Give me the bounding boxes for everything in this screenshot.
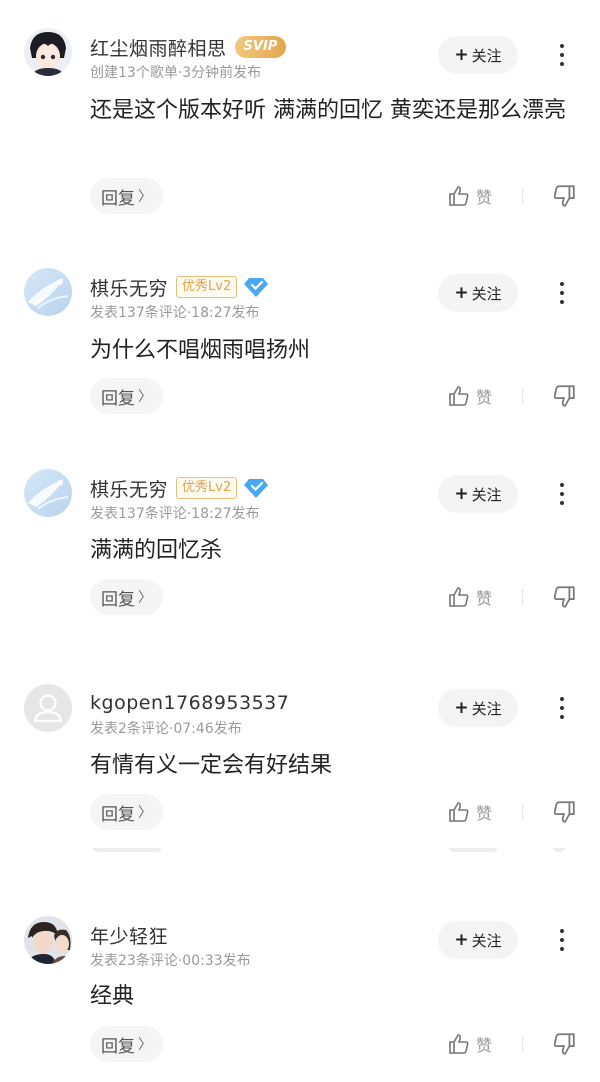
reply-button[interactable]: 回复〉 [90, 794, 163, 830]
plus-icon: + [454, 698, 469, 718]
reply-label: 回复 [101, 188, 135, 209]
comment-meta: 发表2条评论·07:46发布 [90, 721, 242, 737]
comment-meta: 发表23条评论·00:33发布 [90, 953, 251, 969]
username[interactable]: kgopen1768953537 [90, 692, 289, 714]
follow-button[interactable]: + 关注 [438, 921, 518, 959]
follow-button[interactable]: + 关注 [438, 36, 518, 74]
avatar[interactable] [24, 916, 72, 964]
like-button[interactable]: 赞 [447, 1030, 492, 1058]
like-label: 赞 [476, 1036, 493, 1055]
diamond-icon [244, 278, 269, 297]
divider [522, 589, 523, 605]
reply-label: 回复 [101, 1036, 135, 1057]
username[interactable]: 棋乐无穷 [90, 274, 168, 301]
username[interactable]: 红尘烟雨醉相思 [90, 34, 227, 61]
comment-text: 为什么不唱烟雨唱扬州 [90, 338, 311, 363]
divider [522, 188, 523, 204]
svip-badge: SVIP [234, 36, 287, 58]
avatar[interactable] [24, 684, 72, 732]
level-badge: 优秀Lv2 [176, 276, 238, 298]
comment-text: 经典 [90, 984, 135, 1009]
like-button[interactable]: 赞 [447, 382, 492, 410]
like-label: 赞 [476, 804, 493, 823]
reply-label: 回复 [101, 589, 135, 610]
follow-label: 关注 [471, 46, 502, 65]
chevron-right-icon: 〉 [138, 1037, 152, 1053]
chevron-right-icon: 〉 [138, 389, 152, 405]
thumb-down-icon[interactable] [551, 584, 577, 610]
reply-label: 回复 [101, 388, 135, 409]
follow-label: 关注 [471, 931, 502, 950]
comment-meta: 创建13个歌单·3分钟前发布 [90, 65, 262, 81]
divider [522, 1036, 523, 1052]
reply-button[interactable]: 回复〉 [90, 378, 163, 414]
comment-text: 满满的回忆杀 [90, 538, 223, 563]
more-icon[interactable] [552, 40, 572, 70]
chevron-right-icon: 〉 [138, 805, 152, 821]
like-button[interactable]: 赞 [447, 798, 492, 826]
divider [522, 388, 523, 404]
reply-button[interactable]: 回复〉 [90, 579, 163, 615]
thumb-down-icon[interactable] [551, 183, 577, 209]
username[interactable]: 棋乐无穷 [90, 475, 168, 502]
more-icon[interactable] [552, 925, 572, 955]
plus-icon: + [454, 484, 469, 504]
plus-icon: + [454, 283, 469, 303]
like-button[interactable]: 赞 [447, 182, 492, 210]
thumb-up-icon [449, 802, 469, 822]
avatar[interactable] [24, 28, 72, 76]
divider [522, 804, 523, 820]
follow-label: 关注 [471, 284, 502, 303]
screenshot-seam [0, 848, 600, 862]
more-icon[interactable] [552, 479, 572, 509]
thumb-down-icon[interactable] [551, 799, 577, 825]
like-label: 赞 [476, 388, 493, 407]
thumb-up-icon [449, 186, 469, 206]
plus-icon: + [454, 930, 469, 950]
avatar[interactable] [24, 469, 72, 517]
thumb-up-icon [449, 587, 469, 607]
plus-icon: + [454, 45, 469, 65]
follow-label: 关注 [471, 699, 502, 718]
thumb-up-icon [449, 386, 469, 406]
more-icon[interactable] [552, 278, 572, 308]
avatar[interactable] [24, 268, 72, 316]
comment-meta: 发表137条评论·18:27发布 [90, 305, 260, 321]
follow-label: 关注 [471, 485, 502, 504]
follow-button[interactable]: + 关注 [438, 689, 518, 727]
thumb-up-icon [449, 1034, 469, 1054]
comment-meta: 发表137条评论·18:27发布 [90, 506, 260, 522]
like-label: 赞 [476, 188, 493, 207]
diamond-icon [244, 479, 269, 498]
follow-button[interactable]: + 关注 [438, 475, 518, 513]
like-button[interactable]: 赞 [447, 583, 492, 611]
username[interactable]: 年少轻狂 [90, 922, 168, 949]
reply-button[interactable]: 回复〉 [90, 178, 163, 214]
more-icon[interactable] [552, 693, 572, 723]
chevron-right-icon: 〉 [138, 189, 152, 205]
thumb-down-icon[interactable] [551, 383, 577, 409]
comment-text: 还是这个版本好听 满满的回忆 黄奕还是那么漂亮 [90, 98, 566, 123]
reply-label: 回复 [101, 804, 135, 825]
level-badge: 优秀Lv2 [176, 477, 238, 499]
like-label: 赞 [476, 589, 493, 608]
reply-button[interactable]: 回复〉 [90, 1026, 163, 1062]
thumb-down-icon[interactable] [551, 1031, 577, 1057]
follow-button[interactable]: + 关注 [438, 274, 518, 312]
comment-text: 有情有义一定会有好结果 [90, 753, 333, 778]
chevron-right-icon: 〉 [138, 590, 152, 606]
